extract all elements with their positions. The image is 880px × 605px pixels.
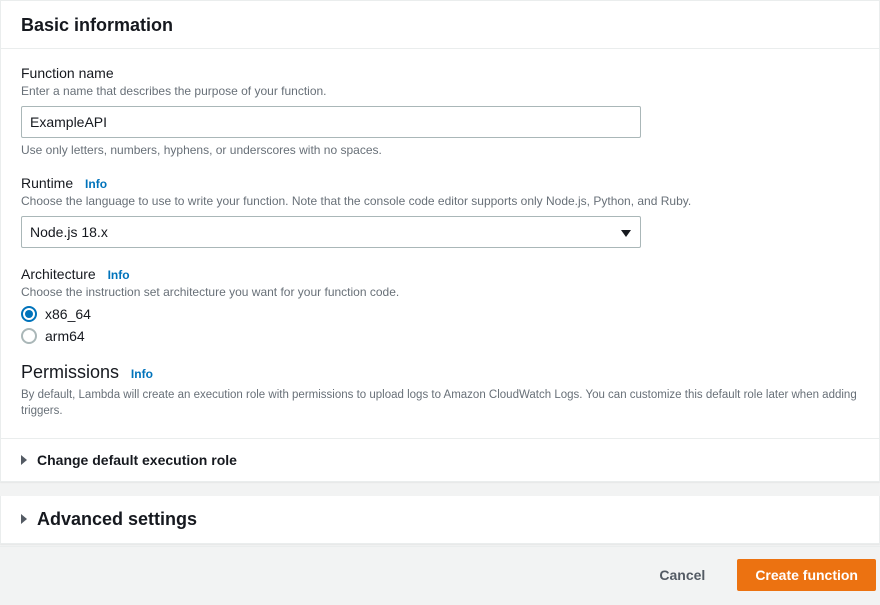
runtime-description: Choose the language to use to write your… <box>21 193 859 210</box>
architecture-radio-x86_64[interactable]: x86_64 <box>21 306 859 322</box>
panel-header: Basic information <box>1 1 879 49</box>
function-name-input[interactable] <box>21 106 641 138</box>
runtime-field: Runtime Info Choose the language to use … <box>21 175 859 248</box>
basic-information-panel: Basic information Function name Enter a … <box>0 0 880 482</box>
architecture-field: Architecture Info Choose the instruction… <box>21 266 859 345</box>
function-name-description: Enter a name that describes the purpose … <box>21 83 859 100</box>
permissions-info-link[interactable]: Info <box>131 367 153 381</box>
panel-body: Function name Enter a name that describe… <box>1 49 879 438</box>
footer-actions: Cancel Create function <box>0 546 880 605</box>
cancel-button[interactable]: Cancel <box>641 559 723 591</box>
permissions-title: Permissions <box>21 362 119 383</box>
radio-icon <box>21 306 37 322</box>
architecture-option-label: arm64 <box>45 328 85 344</box>
function-name-label: Function name <box>21 65 114 81</box>
radio-icon <box>21 328 37 344</box>
permissions-description: By default, Lambda will create an execut… <box>21 387 859 419</box>
function-name-field: Function name Enter a name that describe… <box>21 65 859 157</box>
runtime-info-link[interactable]: Info <box>85 177 107 191</box>
architecture-description: Choose the instruction set architecture … <box>21 284 859 301</box>
panel-title: Basic information <box>21 15 859 36</box>
advanced-settings-label: Advanced settings <box>37 509 197 530</box>
architecture-radio-arm64[interactable]: arm64 <box>21 328 859 344</box>
create-function-button[interactable]: Create function <box>737 559 876 591</box>
caret-right-icon <box>21 514 27 524</box>
architecture-label: Architecture <box>21 266 96 282</box>
architecture-info-link[interactable]: Info <box>108 268 130 282</box>
permissions-field: Permissions Info By default, Lambda will… <box>21 362 859 419</box>
runtime-select-value: Node.js 18.x <box>30 224 108 240</box>
change-default-execution-role-toggle[interactable]: Change default execution role <box>1 438 879 481</box>
change-default-execution-role-label: Change default execution role <box>37 452 237 468</box>
advanced-settings-toggle[interactable]: Advanced settings <box>0 496 880 544</box>
architecture-option-label: x86_64 <box>45 306 91 322</box>
caret-right-icon <box>21 455 27 465</box>
function-name-hint: Use only letters, numbers, hyphens, or u… <box>21 143 859 157</box>
runtime-label: Runtime <box>21 175 73 191</box>
runtime-select[interactable]: Node.js 18.x <box>21 216 641 248</box>
